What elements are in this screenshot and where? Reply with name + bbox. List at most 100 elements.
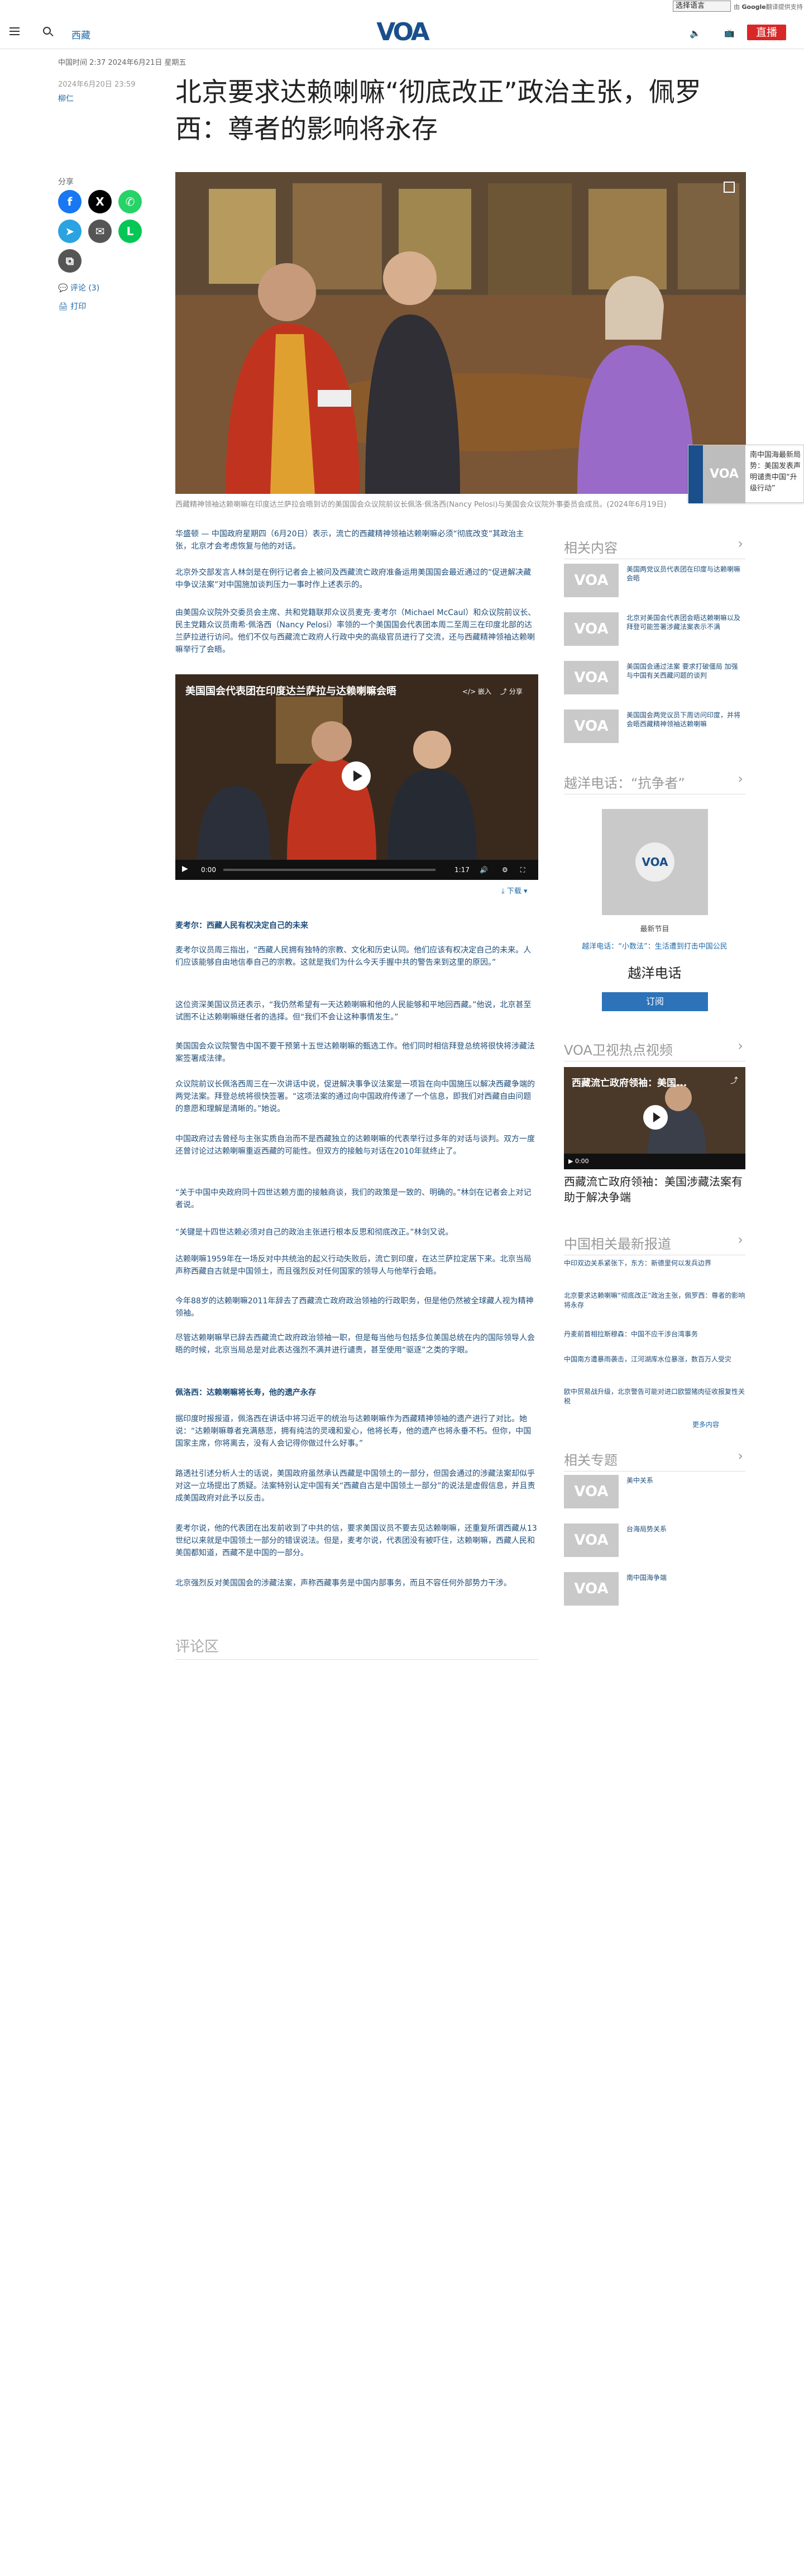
podcast-name: 越洋电话 [628, 965, 682, 981]
paragraph: 中国政府过去曾经与主张实质自治而不是西藏独立的达赖喇嘛的代表举行过多年的对话与谈… [175, 1135, 535, 1156]
author-link[interactable]: 柳仁 [58, 93, 74, 104]
video-player[interactable]: 美国国会代表团在印度达兰萨拉与达赖喇嘛会晤 </> 嵌入 ⤴ 分享 ▶ 0:00… [175, 674, 538, 880]
section-heading: 佩洛西：达赖喇嘛将长寿，他的遗产永存 [175, 1388, 316, 1397]
line-icon[interactable]: L [118, 220, 142, 243]
play-icon[interactable] [342, 761, 371, 791]
video-progress-bar[interactable] [223, 869, 436, 871]
related-thumb[interactable]: VOA [564, 612, 619, 646]
video-title: 美国国会代表团在印度达兰萨拉与达赖喇嘛会晤 [185, 685, 396, 697]
related-thumb[interactable]: VOA [564, 661, 619, 694]
more-link[interactable]: 更多内容 [692, 1420, 719, 1429]
rail-play-icon[interactable] [643, 1105, 668, 1130]
video-embed-link[interactable]: </> 嵌入 [462, 687, 491, 696]
whatsapp-icon[interactable]: ✆ [118, 190, 142, 213]
paragraph: “关于中国中央政府同十四世达赖方面的接触商谈，我们的政策是一致的、明确的。”林剑… [175, 1188, 532, 1210]
rail-video-share-icon[interactable]: ⤴ [730, 1075, 738, 1086]
related-title[interactable]: 相关内容 [564, 536, 745, 559]
language-select[interactable]: 选择语言 [673, 1, 731, 12]
paragraph: 由美国众议院外交委员会主席、共和党籍联邦众议员麦克·麦考尔（Michael Mc… [175, 608, 536, 654]
podcast-audio-icon: VOA [635, 842, 674, 882]
voa-logo[interactable]: VOA [372, 20, 432, 45]
telegram-icon[interactable]: ➤ [58, 220, 82, 243]
comment-area-heading: 评论区 [175, 1635, 538, 1660]
video-time-current: 0:00 [201, 866, 216, 874]
voa-video-title[interactable]: VOA卫视热点视频 [564, 1038, 745, 1061]
section-link[interactable]: 西藏 [71, 27, 90, 41]
photo-caption: 西藏精神领袖达赖喇嘛在印度达兰萨拉会晤到访的美国国会众议院前议长佩洛·佩洛西(N… [175, 501, 667, 509]
video-share-link[interactable]: ⤴ 分享 [500, 687, 523, 696]
copy-link-icon[interactable]: ⧉ [58, 249, 82, 273]
live-button[interactable]: 直播 [747, 25, 786, 40]
related-thumb[interactable]: VOA [564, 710, 619, 743]
comments-link[interactable]: 💬 评论 (3) [58, 282, 99, 293]
video-time-total: 1:17 [454, 866, 470, 874]
paragraph: 尽管达赖喇嘛早已辞去西藏流亡政府政治领袖一职，但是每当他与包括多位美国总统在内的… [175, 1334, 535, 1355]
rail-video-controls: ▶ 0:00 [564, 1154, 745, 1169]
fullscreen-icon[interactable]: ⛶ [520, 866, 525, 874]
podcast-episode-link[interactable]: 越洋电话：“小数法”：生活遭到打击中国公民 [564, 940, 745, 951]
related-link[interactable]: 美国两党议员代表团在印度与达赖喇嘛会晤 [626, 565, 744, 583]
share-label: 分享 [58, 178, 74, 187]
video-controls: ▶ 0:00 1:17 🔊 ⚙ ⛶ [175, 860, 538, 880]
play-small-icon[interactable]: ▶ [182, 864, 188, 873]
floating-promo[interactable]: VOA 南中国海最新局势：美国发表声明谴责中国“升级行动” [688, 445, 804, 503]
related-thumb[interactable]: VOA [564, 564, 619, 597]
paragraph: 据印度时报报道，佩洛西在讲话中将习近平的统治与达赖喇嘛作为西藏精神领袖的遗产进行… [175, 1415, 532, 1448]
china-news-item[interactable]: 丹麦前首相拉斯穆森：中国不应干涉台湾事务 [564, 1330, 745, 1339]
menu-icon[interactable] [9, 27, 20, 37]
google-translate-credit: 由 Google翻译提供支持 [734, 3, 803, 11]
china-news-item[interactable]: 欧中贸易战升级，北京警告可能对进口欧盟猪肉征收报复性关税 [564, 1387, 745, 1406]
facebook-icon[interactable]: f [58, 190, 82, 213]
paragraph: 今年88岁的达赖喇嘛2011年辞去了西藏流亡政府政治领袖的行政职务，但是他仍然被… [175, 1297, 534, 1318]
china-news-item[interactable]: 中印双边关系紧张下，东方：新德里何以发兵边界 [564, 1259, 745, 1268]
rail-video-overlay: 西藏流亡政府领袖：美国... [572, 1078, 687, 1089]
x-icon[interactable]: X [88, 190, 112, 213]
breadcrumb: 中国时间 2:37 2024年6月21日 星期五 [58, 59, 186, 67]
search-icon[interactable] [43, 27, 51, 35]
related-link[interactable]: 美国国会两党议员下周访问印度，并将会晤西藏精神领袖达赖喇嘛 [626, 711, 744, 728]
paragraph: 北京外交部发言人林剑是在例行记者会上被问及西藏流亡政府准备运用美国国会最近通过的… [175, 568, 532, 589]
page-title: 北京要求达赖喇嘛“彻底改正”政治主张，佩罗西：尊者的影响将永存 [175, 77, 701, 145]
promo-arrow-icon[interactable] [688, 445, 703, 503]
topic-link[interactable]: 南中国海争端 [626, 1573, 744, 1582]
top-bar: 选择语言 由 Google翻译提供支持 [0, 0, 804, 14]
paragraph: 路透社引述分析人士的话说，美国政府虽然承认西藏是中国领土的一部分，但国会通过的涉… [175, 1469, 535, 1503]
china-news-item[interactable]: 北京要求达赖喇嘛“彻底改正”政治主张，佩罗西：尊者的影响将永存 [564, 1291, 745, 1310]
podcast-latest-label: 最新节目 [640, 925, 669, 934]
promo-thumbnail: VOA [703, 445, 745, 503]
expand-icon[interactable] [724, 182, 735, 193]
topic-thumb[interactable]: VOA [564, 1475, 619, 1508]
settings-icon[interactable]: ⚙ [502, 866, 508, 874]
email-icon[interactable]: ✉ [88, 220, 112, 243]
download-link[interactable]: ⤓ 下载 ▾ [501, 885, 528, 896]
china-news-item[interactable]: 中国南方遭暴雨袭击，江河湖库水位暴涨，数百万人受灾 [564, 1355, 745, 1364]
topics-title[interactable]: 相关专题 [564, 1448, 745, 1472]
topic-thumb[interactable]: VOA [564, 1523, 619, 1557]
print-link[interactable]: 🖨 打印 [58, 301, 86, 312]
paragraph: 麦考尔议员周三指出，“西藏人民拥有独特的宗教、文化和历史认同。他们应该有权决定自… [175, 946, 532, 967]
subscribe-button[interactable]: 订阅 [602, 992, 708, 1011]
topic-link[interactable]: 美中关系 [626, 1476, 744, 1485]
topic-thumb[interactable]: VOA [564, 1572, 619, 1606]
related-link[interactable]: 美国国会通过法案 要求打破僵局 加强与中国有关西藏问题的谈判 [626, 662, 744, 680]
paragraph: 北京强烈反对美国国会的涉藏法案，声称西藏事务是中国内部事务，而且不容任何外部势力… [175, 1579, 511, 1588]
paragraph: 众议院前议长佩洛西周三在一次讲话中说，促进解决事争议法案是一项旨在向中国施压以解… [175, 1080, 535, 1113]
podcast-cover[interactable]: VOA [602, 809, 708, 915]
audio-icon[interactable]: 🔈 [690, 28, 701, 39]
china-news-title[interactable]: 中国相关最新报道 [564, 1232, 745, 1255]
topic-link[interactable]: 台海局势关系 [626, 1525, 744, 1534]
tv-icon[interactable]: 📺 [724, 28, 735, 38]
paragraph: “关键是十四世达赖必须对自己的政治主张进行根本反思和彻底改正。”林剑又说。 [175, 1228, 453, 1237]
podcast-title[interactable]: 越洋电话：“抗争者” [564, 771, 745, 794]
volume-icon[interactable]: 🔊 [480, 866, 488, 874]
rail-video-caption[interactable]: 西藏流亡政府领袖：美国涉藏法案有助于解决争端 [564, 1174, 745, 1205]
related-link[interactable]: 北京对美国会代表团会晤达赖喇嘛以及拜登可能签署涉藏法案表示不满 [626, 613, 744, 631]
publish-date: 2024年6月20日 23:59 [58, 80, 136, 89]
promo-text: 南中国海最新局势：美国发表声明谴责中国“升级行动” [750, 451, 801, 493]
paragraph: 美国国会众议院警告中国不要干预第十五世达赖喇嘛的甄选工作。他们同时相信拜登总统将… [175, 1042, 535, 1063]
rail-video-player[interactable]: 西藏流亡政府领袖：美国... ⤴ ▶ 0:00 [564, 1067, 745, 1169]
hero-photo [175, 172, 746, 494]
section-heading: 麦考尔：西藏人民有权决定自己的未来 [175, 921, 308, 930]
paragraph: 华盛顿 — 中国政府星期四（6月20日）表示，流亡的西藏精神领袖达赖喇嘛必须“彻… [175, 530, 524, 551]
paragraph: 麦考尔说，他的代表团在出发前收到了中共的信，要求美国议员不要去见达赖喇嘛，还重复… [175, 1524, 537, 1558]
